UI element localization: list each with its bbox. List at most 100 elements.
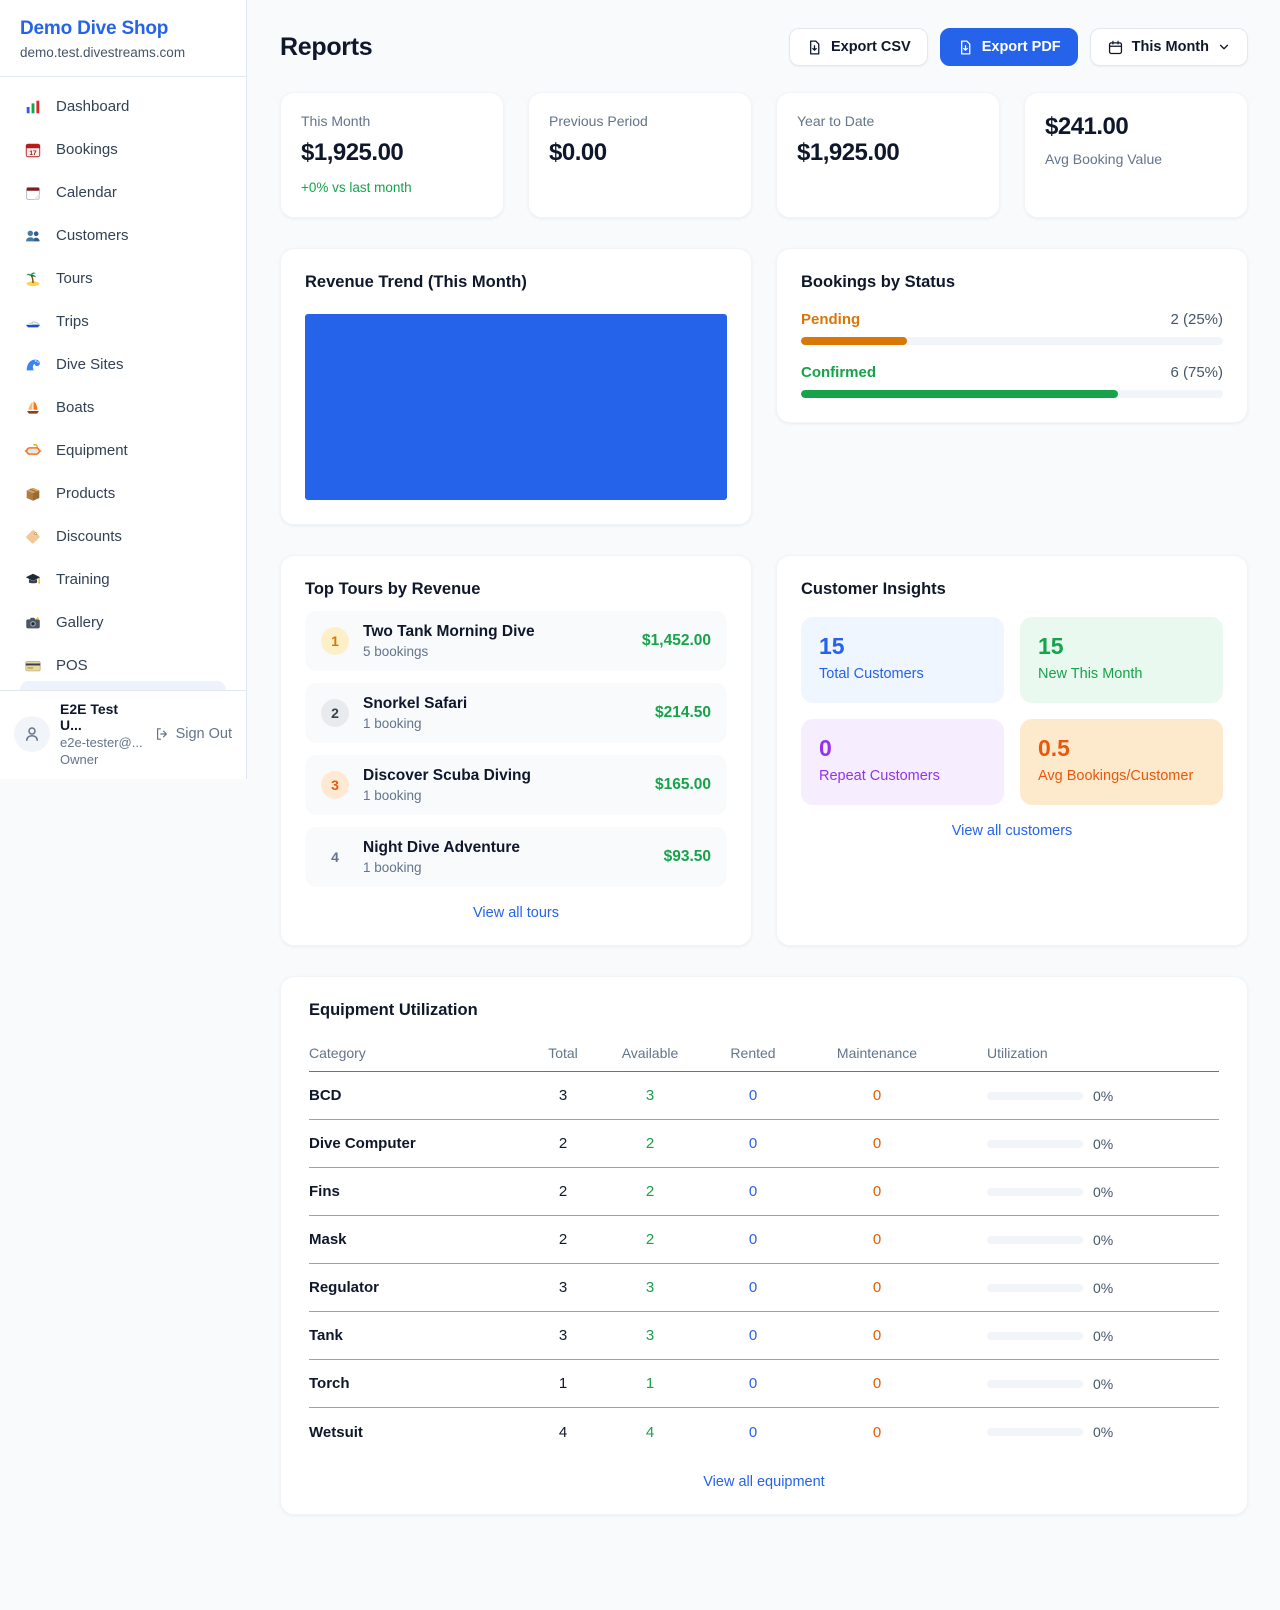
stat-label: Previous Period: [549, 113, 731, 129]
stat-card-avg-booking-value: $241.00 Avg Booking Value: [1024, 92, 1248, 218]
export-pdf-button[interactable]: Export PDF: [940, 28, 1078, 66]
maintenance-cell: 0: [807, 1375, 947, 1392]
sidebar-item-label: Trips: [56, 313, 89, 330]
sidebar-item-discounts[interactable]: Discounts: [0, 515, 246, 558]
tile-avg-bookings-customer: 0.5 Avg Bookings/Customer: [1020, 719, 1223, 805]
sidebar-item-label: Customers: [56, 227, 129, 244]
table-row: BCD 3 3 0 0 0%: [309, 1072, 1219, 1120]
column-header: Total: [525, 1045, 601, 1061]
bookings-by-status-title: Bookings by Status: [801, 273, 1223, 292]
utilization-value: 0%: [1093, 1232, 1113, 1248]
stat-cards: This Month $1,925.00 +0% vs last month P…: [280, 92, 1248, 218]
sidebar-item-reports-selected[interactable]: [20, 681, 226, 690]
sidebar-item-label: Training: [56, 571, 110, 588]
shop-domain: demo.test.divestreams.com: [20, 45, 226, 60]
customer-insights-title: Customer Insights: [801, 580, 1223, 599]
sidebar-item-tours[interactable]: Tours: [0, 257, 246, 300]
utilization-track: [987, 1236, 1083, 1244]
sidebar-item-bookings[interactable]: 17 Bookings: [0, 128, 246, 171]
tile-value: 0: [819, 735, 986, 762]
rank-badge: 1: [321, 627, 349, 655]
tile-new-this-month: 15 New This Month: [1020, 617, 1223, 703]
sidebar-item-label: Products: [56, 485, 115, 502]
category-cell: Regulator: [309, 1279, 525, 1296]
view-all-customers-link[interactable]: View all customers: [801, 823, 1223, 839]
sidebar-item-label: POS: [56, 657, 88, 674]
sidebar-item-customers[interactable]: Customers: [0, 214, 246, 257]
category-cell: Fins: [309, 1183, 525, 1200]
progress-fill: [801, 337, 907, 345]
sidebar: Demo Dive Shop demo.test.divestreams.com…: [0, 0, 247, 779]
tile-total-customers: 15 Total Customers: [801, 617, 1004, 703]
equipment-utilization-title: Equipment Utilization: [309, 1001, 1219, 1020]
period-dropdown[interactable]: This Month: [1090, 28, 1248, 66]
shop-name[interactable]: Demo Dive Shop: [20, 18, 226, 40]
revenue-trend-title: Revenue Trend (This Month): [305, 273, 727, 292]
sidebar-item-calendar[interactable]: Calendar: [0, 171, 246, 214]
page-header: Reports Export CSV Export PDF This Month: [280, 28, 1248, 66]
user-name: E2E Test U...: [60, 701, 144, 733]
period-label: This Month: [1132, 39, 1209, 55]
bar-chart-icon: [24, 98, 42, 116]
utilization-track: [987, 1140, 1083, 1148]
export-csv-button[interactable]: Export CSV: [789, 28, 928, 66]
user-info: E2E Test U... e2e-tester@... Owner: [60, 701, 144, 767]
available-cell: 3: [601, 1327, 699, 1344]
sidebar-item-boats[interactable]: Boats: [0, 386, 246, 429]
category-cell: Wetsuit: [309, 1424, 525, 1441]
speedboat-icon: [24, 313, 42, 331]
tour-bookings: 1 booking: [363, 716, 467, 731]
sidebar-item-label: Dashboard: [56, 98, 129, 115]
header-actions: Export CSV Export PDF This Month: [789, 28, 1248, 66]
sidebar-nav: Dashboard 17 Bookings Calendar Customers…: [0, 77, 246, 681]
sidebar-item-dashboard[interactable]: Dashboard: [0, 85, 246, 128]
total-cell: 3: [525, 1087, 601, 1104]
sidebar-item-gallery[interactable]: Gallery: [0, 601, 246, 644]
rented-cell: 0: [699, 1087, 807, 1104]
stat-delta: +0% vs last month: [301, 180, 483, 195]
progress-fill: [801, 390, 1118, 398]
utilization-cell: 0%: [947, 1328, 1219, 1344]
available-cell: 2: [601, 1135, 699, 1152]
tile-label: Total Customers: [819, 666, 986, 682]
utilization-track: [987, 1380, 1083, 1388]
utilization-track: [987, 1332, 1083, 1340]
rented-cell: 0: [699, 1375, 807, 1392]
total-cell: 3: [525, 1279, 601, 1296]
sidebar-item-label: Bookings: [56, 141, 118, 158]
stat-card-previous-period: Previous Period $0.00: [528, 92, 752, 218]
file-download-icon: [957, 39, 974, 56]
view-all-equipment-link[interactable]: View all equipment: [309, 1474, 1219, 1490]
table-row: Wetsuit 4 4 0 0 0%: [309, 1408, 1219, 1456]
category-cell: Torch: [309, 1375, 525, 1392]
status-row-pending: Pending 2 (25%): [801, 311, 1223, 345]
sidebar-item-products[interactable]: Products: [0, 472, 246, 515]
utilization-value: 0%: [1093, 1184, 1113, 1200]
available-cell: 1: [601, 1375, 699, 1392]
stat-value: $241.00: [1045, 113, 1227, 141]
sidebar-item-trips[interactable]: Trips: [0, 300, 246, 343]
user-panel: E2E Test U... e2e-tester@... Owner Sign …: [0, 690, 246, 779]
user-email: e2e-tester@...: [60, 735, 144, 750]
utilization-value: 0%: [1093, 1136, 1113, 1152]
view-all-tours-link[interactable]: View all tours: [305, 905, 727, 921]
category-cell: Tank: [309, 1327, 525, 1344]
calendar-icon: [1107, 39, 1124, 56]
tile-repeat-customers: 0 Repeat Customers: [801, 719, 1004, 805]
sign-out-label: Sign Out: [176, 726, 232, 742]
tile-value: 15: [1038, 633, 1205, 660]
sidebar-item-training[interactable]: Training: [0, 558, 246, 601]
rank-badge: 2: [321, 699, 349, 727]
sign-out-button[interactable]: Sign Out: [154, 726, 232, 742]
stat-card-this-month: This Month $1,925.00 +0% vs last month: [280, 92, 504, 218]
sidebar-item-label: Discounts: [56, 528, 122, 545]
column-header: Category: [309, 1045, 525, 1061]
sidebar-item-equipment[interactable]: Equipment: [0, 429, 246, 472]
tour-amount: $214.50: [655, 704, 711, 722]
logout-icon: [154, 726, 170, 742]
page-title: Reports: [280, 33, 372, 62]
top-tours-title: Top Tours by Revenue: [305, 580, 727, 599]
sidebar-item-dive-sites[interactable]: Dive Sites: [0, 343, 246, 386]
sailboat-icon: [24, 399, 42, 417]
sidebar-item-pos[interactable]: POS: [0, 644, 246, 681]
